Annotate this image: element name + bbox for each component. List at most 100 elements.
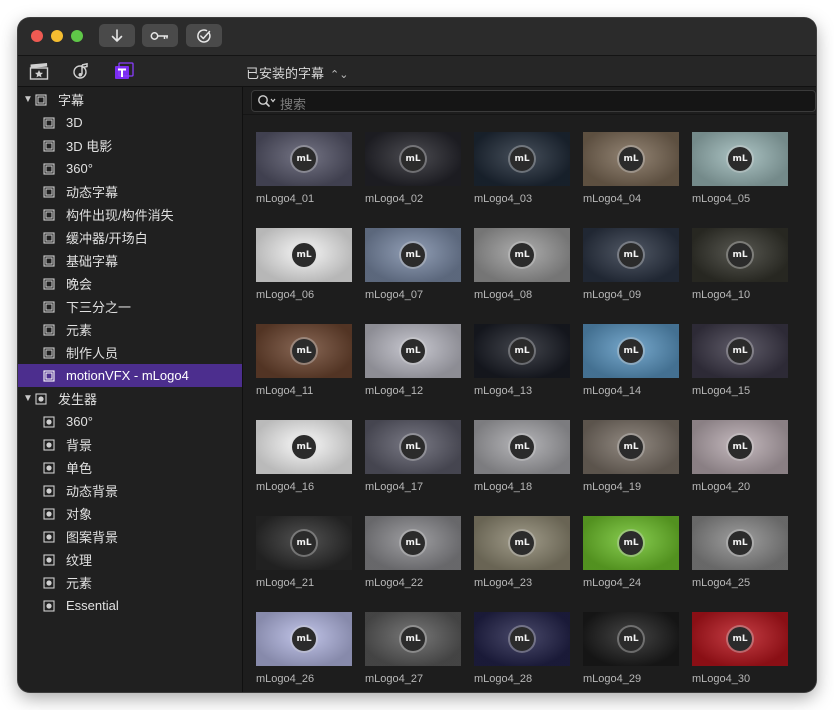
title-thumbnail-tile[interactable]: mL mLogo4_17 — [365, 420, 461, 496]
thumbnail-image: mL — [365, 612, 461, 666]
sidebar-item-3d-movie[interactable]: 3D 电影 — [18, 134, 242, 157]
sidebar-item-gen-elements[interactable]: 元素 — [18, 571, 242, 594]
title-thumbnail-tile[interactable]: mL mLogo4_03 — [474, 132, 570, 208]
titles-generators-tab[interactable] — [113, 61, 135, 81]
search-field[interactable]: 搜索 — [251, 90, 816, 112]
title-thumbnail-tile[interactable]: mL mLogo4_25 — [692, 516, 788, 592]
mlogo-badge: mL — [728, 435, 752, 459]
sidebar-item-lower-thirds[interactable]: 下三分之一 — [18, 295, 242, 318]
title-thumbnail-tile[interactable]: mL mLogo4_24 — [583, 516, 679, 592]
sidebar-item-360[interactable]: 360° — [18, 157, 242, 180]
sidebar-item-label: 动态字幕 — [66, 185, 119, 200]
title-thumbnail-tile[interactable]: mL mLogo4_22 — [365, 516, 461, 592]
sidebar-group-generators[interactable]: ▼ 发生器 — [18, 387, 242, 410]
disclosure-triangle-icon[interactable]: ▼ — [23, 393, 33, 404]
thumbnail-label: mLogo4_07 — [365, 289, 424, 301]
sidebar-item-elements[interactable]: 元素 — [18, 318, 242, 341]
thumbnail-image: mL — [256, 612, 352, 666]
title-thumbnail-tile[interactable]: mL mLogo4_19 — [583, 420, 679, 496]
thumbnail-label: mLogo4_04 — [583, 193, 642, 205]
thumbnail-label: mLogo4_19 — [583, 481, 642, 493]
sidebar-group-label: 字幕 — [58, 93, 85, 108]
title-thumbnail-tile[interactable]: mL mLogo4_14 — [583, 324, 679, 400]
title-thumbnail-tile[interactable]: mL mLogo4_06 — [256, 228, 352, 304]
title-thumbnail-tile[interactable]: mL mLogo4_04 — [583, 132, 679, 208]
title-thumbnail-tile[interactable]: mL mLogo4_29 — [583, 612, 679, 688]
film-frame-icon — [43, 231, 55, 244]
sidebar-item-essential[interactable]: Essential — [18, 594, 242, 617]
sidebar-item-label: 背景 — [66, 438, 93, 453]
minimize-window-button[interactable] — [51, 30, 63, 42]
title-thumbnail-tile[interactable]: mL mLogo4_28 — [474, 612, 570, 688]
title-thumbnail-tile[interactable]: mL mLogo4_26 — [256, 612, 352, 688]
generator-icon — [43, 576, 55, 589]
thumbnail-image: mL — [583, 228, 679, 282]
title-thumbnail-tile[interactable]: mL mLogo4_27 — [365, 612, 461, 688]
thumbnail-label: mLogo4_05 — [692, 193, 751, 205]
title-thumbnail-tile[interactable]: mL mLogo4_23 — [474, 516, 570, 592]
title-thumbnail-tile[interactable]: mL mLogo4_08 — [474, 228, 570, 304]
browser-pane: 搜索 mL mLogo4_01 mL mLogo4_02 mL mLogo4_03 mL mL… — [243, 87, 816, 692]
title-thumbnail-tile[interactable]: mL mLogo4_09 — [583, 228, 679, 304]
import-button[interactable] — [99, 24, 135, 47]
generator-icon — [43, 484, 55, 497]
photos-videos-tab[interactable] — [28, 61, 50, 81]
sidebar-item-animated-titles[interactable]: 动态字幕 — [18, 180, 242, 203]
thumbnail-image: mL — [583, 420, 679, 474]
music-sound-tab[interactable] — [71, 61, 93, 81]
title-thumbnail-tile[interactable]: mL mLogo4_13 — [474, 324, 570, 400]
title-thumbnail-tile[interactable]: mL mLogo4_01 — [256, 132, 352, 208]
mlogo-badge: mL — [292, 339, 316, 363]
mlogo-badge: mL — [401, 435, 425, 459]
sidebar-item-3d[interactable]: 3D — [18, 111, 242, 134]
title-thumbnail-tile[interactable]: mL mLogo4_20 — [692, 420, 788, 496]
sidebar-item-solids[interactable]: 单色 — [18, 456, 242, 479]
title-thumbnail-tile[interactable]: mL mLogo4_30 — [692, 612, 788, 688]
mlogo-badge: mL — [728, 531, 752, 555]
sidebar-item-motionvfx-mlogo4[interactable]: motionVFX - mLogo4 — [18, 364, 242, 387]
sidebar-item-backgrounds[interactable]: 背景 — [18, 433, 242, 456]
search-icon — [258, 95, 276, 107]
sidebar-item-bumper-opener[interactable]: 缓冲器/开场白 — [18, 226, 242, 249]
title-thumbnail-tile[interactable]: mL mLogo4_07 — [365, 228, 461, 304]
title-thumbnail-tile[interactable]: mL mLogo4_11 — [256, 324, 352, 400]
mlogo-badge: mL — [401, 339, 425, 363]
generator-icon — [43, 461, 55, 474]
thumbnail-image: mL — [365, 324, 461, 378]
sidebar-item-credits[interactable]: 制作人员 — [18, 341, 242, 364]
close-window-button[interactable] — [31, 30, 43, 42]
updown-chevron-icon: ⌃⌄ — [330, 69, 349, 81]
sidebar-item-textures[interactable]: 纹理 — [18, 548, 242, 571]
background-tasks-button[interactable] — [186, 24, 222, 47]
thumbnail-image: mL — [256, 324, 352, 378]
thumbnail-image: mL — [692, 516, 788, 570]
keywords-button[interactable] — [142, 24, 178, 47]
library-filter-dropdown[interactable]: 已安装的字幕 ⌃⌄ — [246, 63, 348, 82]
title-thumbnail-tile[interactable]: mL mLogo4_02 — [365, 132, 461, 208]
sidebar-item-gen-360[interactable]: 360° — [18, 410, 242, 433]
title-thumbnail-tile[interactable]: mL mLogo4_05 — [692, 132, 788, 208]
thumbnail-label: mLogo4_21 — [256, 577, 315, 589]
title-thumbnail-tile[interactable]: mL mLogo4_16 — [256, 420, 352, 496]
sidebar-item-label: 对象 — [66, 507, 93, 522]
sidebar-item-pattern-backgrounds[interactable]: 图案背景 — [18, 525, 242, 548]
mlogo-badge: mL — [728, 147, 752, 171]
sidebar-item-basic-titles[interactable]: 基础字幕 — [18, 249, 242, 272]
sidebar-item-party[interactable]: 晚会 — [18, 272, 242, 295]
title-thumbnail-tile[interactable]: mL mLogo4_15 — [692, 324, 788, 400]
sidebar-item-label: 3D — [66, 115, 83, 130]
title-thumbnail-tile[interactable]: mL mLogo4_21 — [256, 516, 352, 592]
sidebar-item-build-in-out[interactable]: 构件出现/构件消失 — [18, 203, 242, 226]
thumbnail-image: mL — [692, 612, 788, 666]
disclosure-triangle-icon[interactable]: ▼ — [23, 94, 33, 105]
zoom-window-button[interactable] — [71, 30, 83, 42]
divider — [243, 114, 816, 115]
title-thumbnail-tile[interactable]: mL mLogo4_10 — [692, 228, 788, 304]
sidebar-item-objects[interactable]: 对象 — [18, 502, 242, 525]
mlogo-badge: mL — [510, 339, 534, 363]
sidebar-group-titles[interactable]: ▼ 字幕 — [18, 88, 242, 111]
sidebar-item-animated-backgrounds[interactable]: 动态背景 — [18, 479, 242, 502]
title-thumbnail-tile[interactable]: mL mLogo4_12 — [365, 324, 461, 400]
title-thumbnail-tile[interactable]: mL mLogo4_18 — [474, 420, 570, 496]
thumbnail-label: mLogo4_10 — [692, 289, 751, 301]
